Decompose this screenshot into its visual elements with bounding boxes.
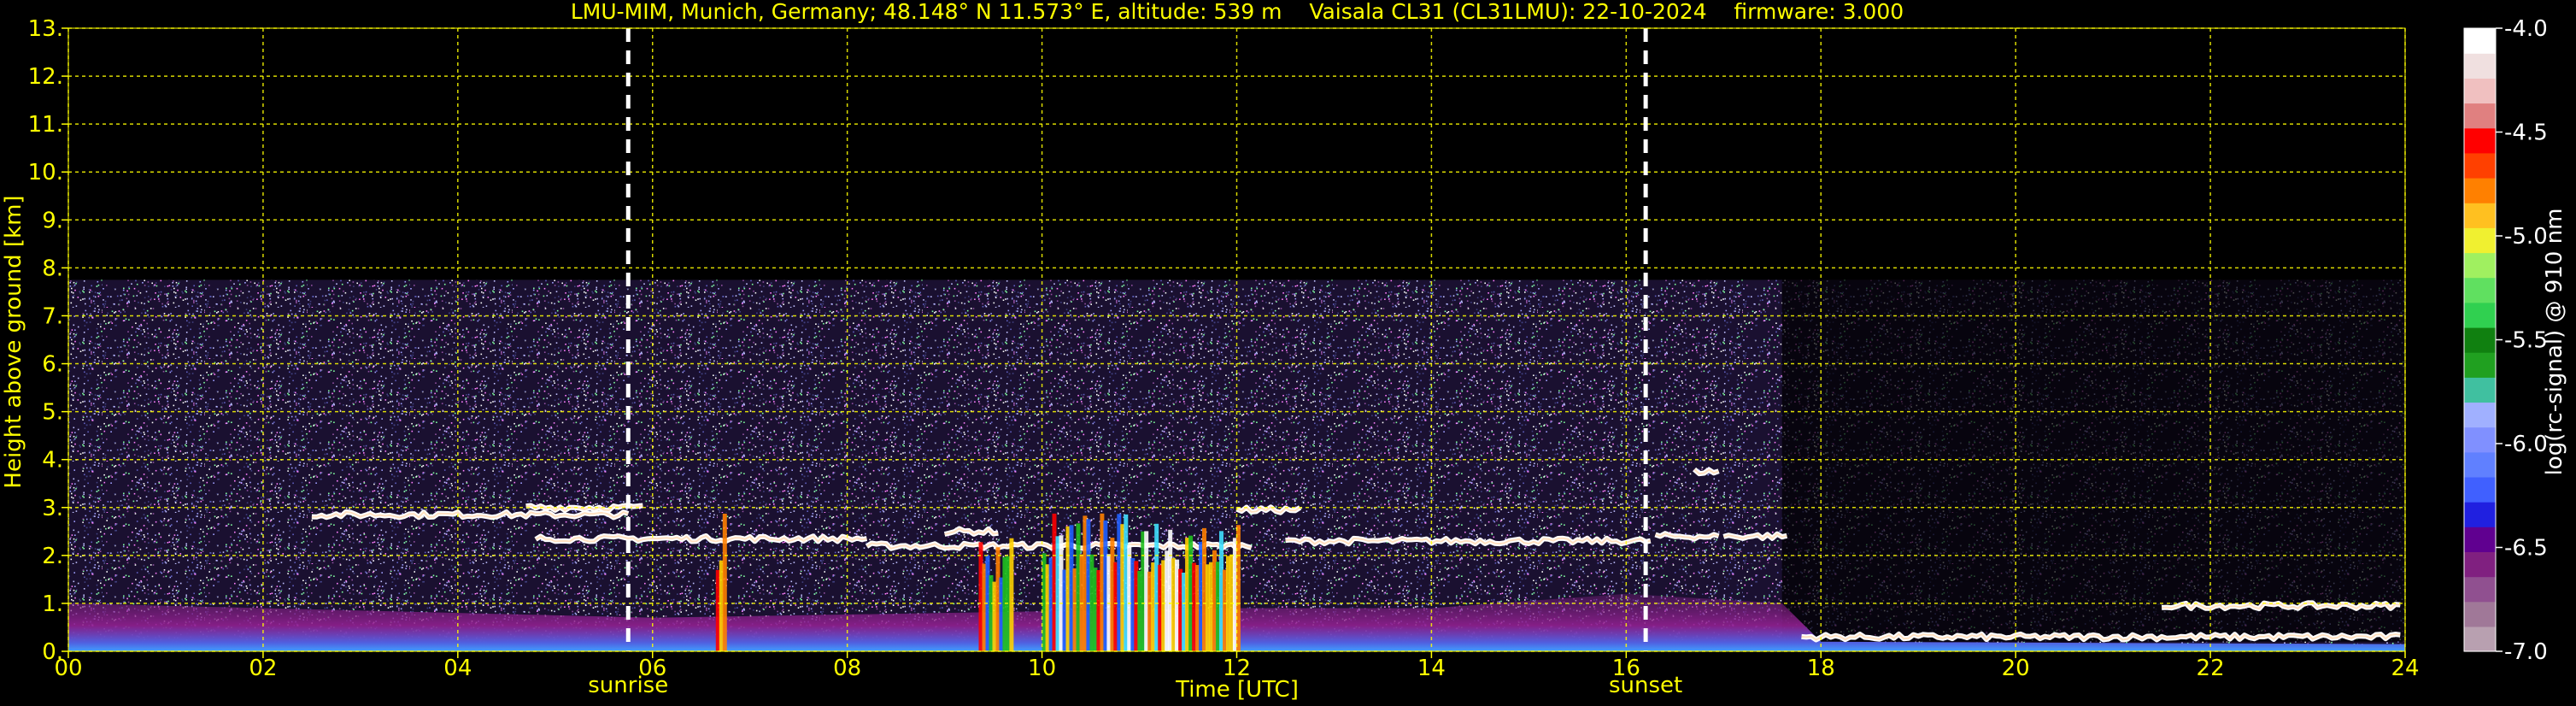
colorbar-swatch	[2464, 352, 2496, 378]
colorbar-tick-label: -4.0	[2504, 16, 2548, 42]
y-tick-label: 0.	[42, 639, 63, 665]
colorbar-tick-label: -7.0	[2504, 639, 2548, 665]
x-tick-label: 08	[833, 656, 861, 681]
colorbar-label: log(rc-signal) @ 910 nm	[2542, 209, 2567, 476]
x-tick-label: 14	[1417, 656, 1446, 681]
y-tick-label: 8.	[42, 256, 63, 281]
colorbar-swatch	[2464, 103, 2496, 129]
colorbar-swatch	[2464, 28, 2496, 54]
y-axis-label: Height above ground [km]	[1, 195, 26, 488]
colorbar-swatch	[2464, 152, 2496, 179]
colorbar-swatch	[2464, 227, 2496, 254]
x-axis-label: Time [UTC]	[1175, 677, 1299, 703]
colorbar-swatch	[2464, 451, 2496, 478]
precip-streak	[722, 514, 727, 651]
ceilometer-chart: sunrise sunset 00 02 04 06 08 10 12 14 16 18 20 22 24…	[1, 0, 2567, 703]
colorbar-swatch	[2464, 178, 2496, 203]
x-tick-label: 06	[638, 656, 666, 681]
colorbar: -4.0-4.5-5.0-5.5-6.0-6.5-7.0	[2463, 16, 2548, 665]
y-tick-label: 13.	[28, 16, 63, 42]
colorbar-swatch	[2464, 277, 2496, 303]
colorbar-swatch	[2464, 252, 2496, 279]
x-tick-label: 02	[249, 656, 277, 681]
x-tick-label: 10	[1028, 656, 1056, 681]
colorbar-swatch	[2464, 127, 2496, 154]
colorbar-swatch	[2464, 402, 2496, 428]
y-tick-label: 9.	[42, 208, 63, 233]
y-tick-label: 2.	[42, 544, 63, 569]
chart-title: LMU-MIM, Munich, Germany; 48.148° N 11.5…	[571, 0, 1904, 24]
y-tick-label: 1.	[42, 591, 63, 617]
x-tick-label: 20	[2002, 656, 2030, 681]
colorbar-swatch	[2464, 502, 2496, 527]
colorbar-swatch	[2464, 203, 2496, 228]
colorbar-swatch	[2464, 302, 2496, 328]
y-tick-label: 11.	[28, 112, 63, 138]
y-tick-label: 6.	[42, 352, 63, 378]
colorbar-swatch	[2464, 601, 2496, 627]
y-tick-label: 10.	[28, 160, 63, 185]
colorbar-swatch	[2464, 377, 2496, 403]
colorbar-swatch	[2464, 476, 2496, 503]
x-tick-label: 22	[2197, 656, 2225, 681]
colorbar-tick-label: -6.5	[2504, 536, 2548, 562]
y-tick-label: 3.	[42, 496, 63, 521]
x-tick-label: 16	[1612, 656, 1640, 681]
x-tick-label: 24	[2391, 656, 2419, 681]
colorbar-swatch	[2464, 551, 2496, 578]
y-tick-label: 5.	[42, 400, 63, 426]
y-tick-label: 12.	[28, 64, 63, 90]
colorbar-swatch	[2464, 626, 2496, 652]
colorbar-tick-label: -4.5	[2504, 121, 2548, 146]
colorbar-swatch	[2464, 327, 2496, 353]
clean-region	[1781, 279, 2405, 642]
x-tick-label: 18	[1807, 656, 1835, 681]
colorbar-swatch	[2464, 427, 2496, 453]
colorbar-swatch	[2464, 576, 2496, 603]
y-tick-label: 7.	[42, 303, 63, 329]
colorbar-swatch	[2464, 53, 2496, 79]
colorbar-swatch	[2464, 527, 2496, 552]
colorbar-swatch	[2464, 78, 2496, 104]
x-tick-label: 04	[443, 656, 472, 681]
y-tick-label: 4.	[42, 448, 63, 474]
